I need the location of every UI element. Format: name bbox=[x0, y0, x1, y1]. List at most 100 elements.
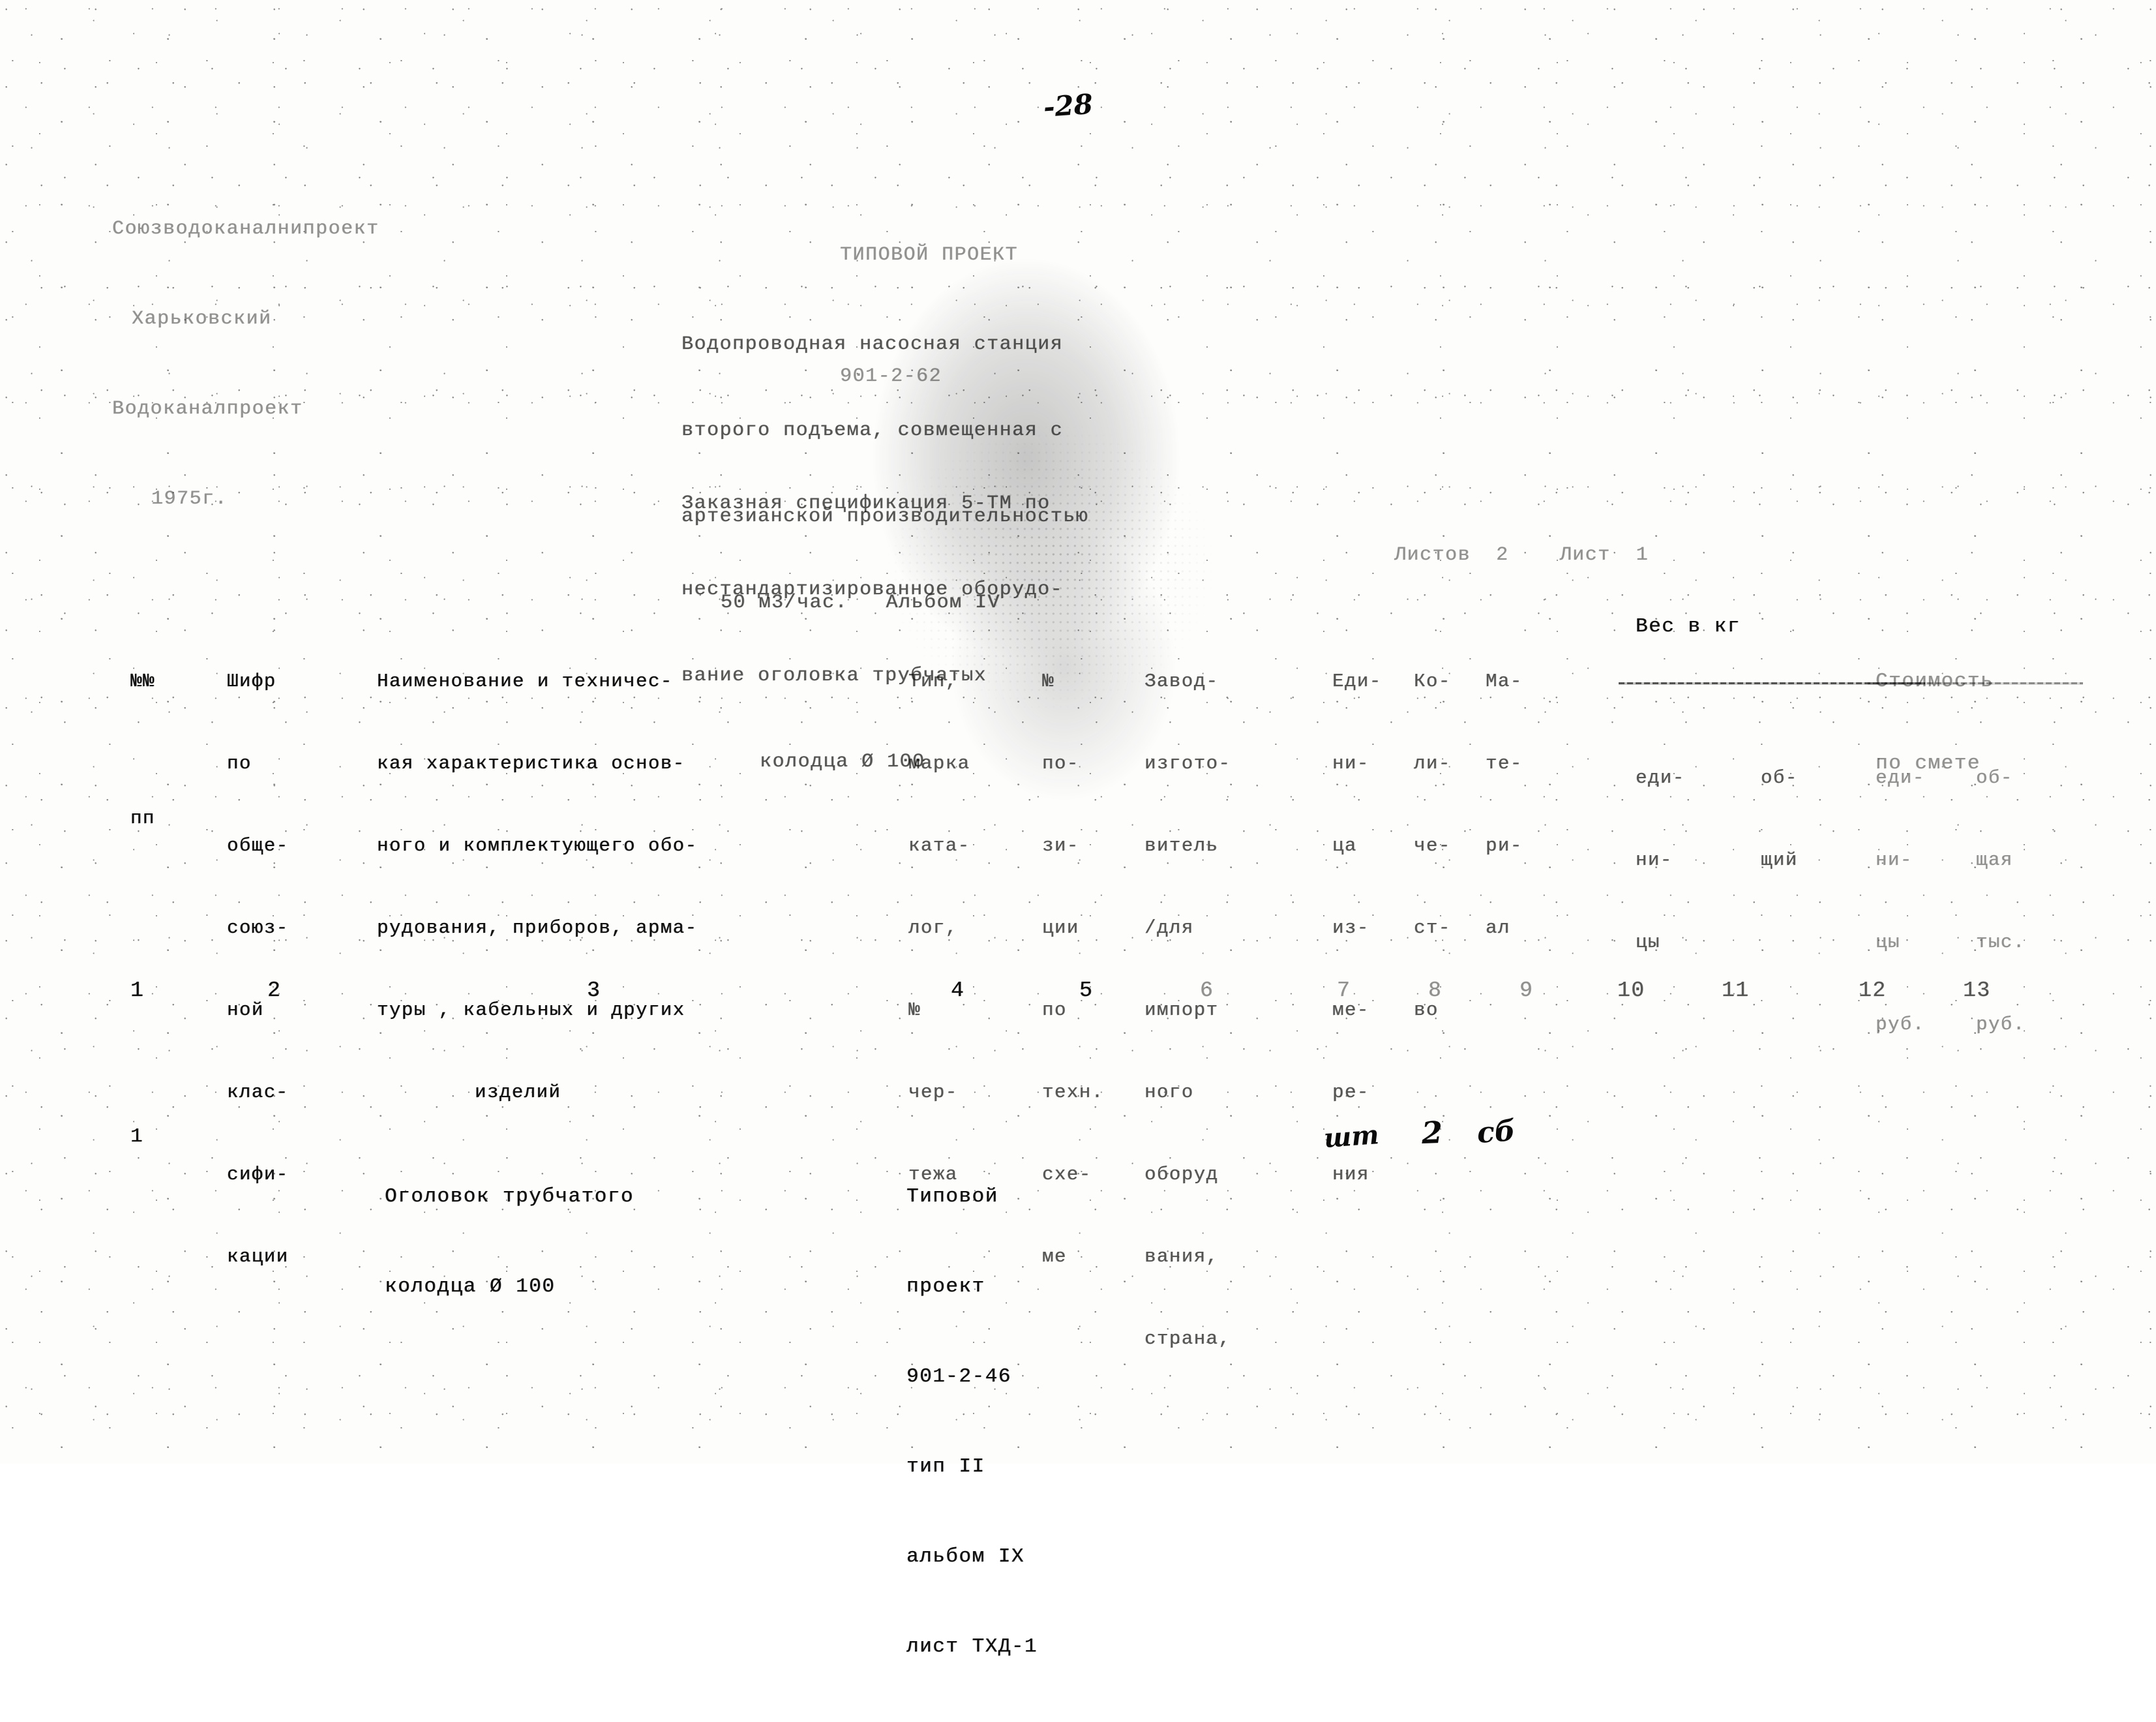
col4-line-4: лог, bbox=[908, 917, 958, 939]
col10-line-2: ни- bbox=[1636, 849, 1673, 871]
col-header-11: об- щий bbox=[1761, 710, 1834, 929]
col10-line-3: цы bbox=[1636, 931, 1660, 953]
col13-line-4: руб. bbox=[1976, 1014, 2026, 1035]
col7-line-7: ния bbox=[1332, 1164, 1370, 1185]
col10-line-1: еди- bbox=[1636, 767, 1685, 789]
col2-line-2: по bbox=[227, 753, 252, 774]
col-header-10: еди- ни- цы bbox=[1636, 710, 1709, 1011]
col9-line-2: те- bbox=[1486, 753, 1523, 774]
org-line-4: 1975г. bbox=[151, 488, 228, 510]
col7-line-3: ца bbox=[1332, 835, 1357, 856]
row-type-line-5: альбом IX bbox=[906, 1545, 1025, 1568]
col1-line-3: пп bbox=[130, 808, 155, 829]
col6-line-7: оборуд bbox=[1145, 1164, 1219, 1185]
col-header-9: Ма- те- ри- ал bbox=[1486, 613, 1559, 997]
col3-line-6: изделий bbox=[475, 1081, 561, 1103]
col3-line-4: рудования, приборов, арма- bbox=[377, 917, 698, 939]
col-header-weight-group: Вес в кг bbox=[1636, 615, 1741, 638]
specification-block: Заказная спецификация 5-ТМ по нестандарт… bbox=[681, 432, 1063, 834]
cost-group-rule bbox=[1868, 682, 2083, 684]
col2-line-4: союз- bbox=[227, 917, 289, 939]
row-name-line-1: Оголовок трубчатого bbox=[385, 1185, 634, 1208]
col6-line-3: витель bbox=[1145, 835, 1219, 856]
table-row-type: Типовой проект 901-2-46 тип II альбом IX… bbox=[906, 1122, 1038, 1722]
col8-line-5: во bbox=[1414, 999, 1439, 1021]
col1-line-1: №№ bbox=[130, 671, 155, 692]
col7-line-4: из- bbox=[1332, 917, 1370, 939]
specification-line-3: вание оголовка трубчатых bbox=[681, 665, 987, 687]
org-line-3: Водоканалпроект bbox=[112, 398, 303, 420]
page-number-handwritten: -28 bbox=[1042, 87, 1094, 123]
col-header-6: Завод- изгото- витель /для импорт ного о… bbox=[1145, 613, 1231, 1408]
col-header-1: №№ пп bbox=[130, 613, 204, 887]
column-number-2: 2 bbox=[267, 978, 282, 1003]
sheet-label: Лист bbox=[1559, 544, 1611, 566]
row-type-line-2: проект bbox=[906, 1275, 985, 1298]
column-number-9: 9 bbox=[1520, 978, 1534, 1003]
col12-line-1: еди- bbox=[1876, 767, 1925, 789]
col3-line-3: ного и комплектующего обо- bbox=[377, 835, 698, 856]
col4-line-6: чер- bbox=[908, 1081, 958, 1103]
col2-line-6: клас- bbox=[227, 1081, 289, 1103]
column-number-13: 13 bbox=[1963, 978, 1991, 1003]
organization-block: Союзводоканалнипроект Харьковский Водока… bbox=[112, 154, 380, 574]
col-header-13: об- щая тыс. руб. bbox=[1976, 710, 2050, 1093]
row-type-line-6: лист ТХД-1 bbox=[906, 1635, 1038, 1658]
column-number-8: 8 bbox=[1428, 978, 1443, 1003]
col12-line-3: цы bbox=[1876, 931, 1900, 953]
table-row-unit-handwritten: шт bbox=[1323, 1119, 1381, 1154]
col8-line-2: ли- bbox=[1414, 753, 1451, 774]
cost-group-line-1: Стоимость bbox=[1876, 670, 1994, 693]
col2-line-1: Шифр bbox=[227, 671, 277, 692]
col13-line-2: щая bbox=[1976, 849, 2013, 871]
col6-line-9: страна, bbox=[1145, 1328, 1231, 1350]
col2-line-3: обще- bbox=[227, 835, 289, 856]
col2-line-7: сифи- bbox=[227, 1164, 289, 1185]
scanned-page: -28 Союзводоканалнипроект Харьковский Во… bbox=[0, 0, 2156, 1658]
col6-line-5: импорт bbox=[1145, 999, 1219, 1021]
col-header-5: № по- зи- ции по техн. схе- ме bbox=[1042, 613, 1116, 1325]
col4-line-2: марка bbox=[908, 753, 970, 774]
row-type-line-1: Типовой bbox=[906, 1185, 998, 1208]
col3-line-1: Наименование и техничес- bbox=[377, 671, 673, 692]
col-header-2: Шифр по обще- союз- ной клас- сифи- каци… bbox=[227, 613, 301, 1325]
org-line-2: Харьковский bbox=[132, 308, 272, 330]
description-line-1: Водопроводная насосная станция bbox=[681, 333, 1064, 355]
col9-line-3: ри- bbox=[1486, 835, 1523, 856]
sheets-value: 2 bbox=[1496, 544, 1509, 566]
sheets-label: Листов bbox=[1394, 544, 1471, 566]
col6-line-1: Завод- bbox=[1145, 671, 1219, 692]
col5-line-3: зи- bbox=[1042, 835, 1079, 856]
col7-line-6: ре- bbox=[1332, 1081, 1370, 1103]
col12-line-4: руб. bbox=[1876, 1014, 1925, 1035]
col5-line-7: схе- bbox=[1042, 1164, 1092, 1185]
col8-line-4: ст- bbox=[1414, 917, 1451, 939]
col6-line-4: /для bbox=[1145, 917, 1194, 939]
row-type-line-4: тип II bbox=[906, 1455, 985, 1478]
col13-line-3: тыс. bbox=[1976, 931, 2026, 953]
col5-line-4: ции bbox=[1042, 917, 1079, 939]
column-number-5: 5 bbox=[1079, 978, 1094, 1003]
col4-line-3: ката- bbox=[908, 835, 970, 856]
specification-line-1: Заказная спецификация 5-ТМ по bbox=[681, 492, 1051, 515]
specification-line-2: нестандартизированное оборудо- bbox=[681, 579, 1064, 601]
column-number-4: 4 bbox=[951, 978, 965, 1003]
col6-line-8: вания, bbox=[1145, 1246, 1219, 1267]
col-header-3: Наименование и техничес- кая характерист… bbox=[377, 613, 697, 1161]
col13-line-1: об- bbox=[1976, 767, 2013, 789]
row-name-line-2: колодца Ø 100 bbox=[385, 1275, 556, 1298]
column-number-3: 3 bbox=[587, 978, 601, 1003]
table-row-name: Оголовок трубчатого колодца Ø 100 bbox=[385, 1122, 634, 1362]
col7-line-2: ни- bbox=[1332, 753, 1370, 774]
col5-line-8: ме bbox=[1042, 1246, 1067, 1267]
table-row-material-handwritten: сб bbox=[1476, 1113, 1517, 1150]
col4-line-5: № bbox=[908, 999, 921, 1021]
col11-line-1: об- bbox=[1761, 767, 1798, 789]
col6-line-6: ного bbox=[1145, 1081, 1194, 1103]
col3-line-2: кая характеристика основ- bbox=[377, 753, 685, 774]
col5-line-1: № bbox=[1042, 671, 1055, 692]
col8-line-3: че- bbox=[1414, 835, 1451, 856]
sheet-value: 1 bbox=[1636, 544, 1649, 566]
sheet-counter: Листов 2 Лист 1 bbox=[1343, 522, 1649, 588]
project-title: ТИПОВОЙ ПРОЕКТ bbox=[840, 244, 1019, 266]
